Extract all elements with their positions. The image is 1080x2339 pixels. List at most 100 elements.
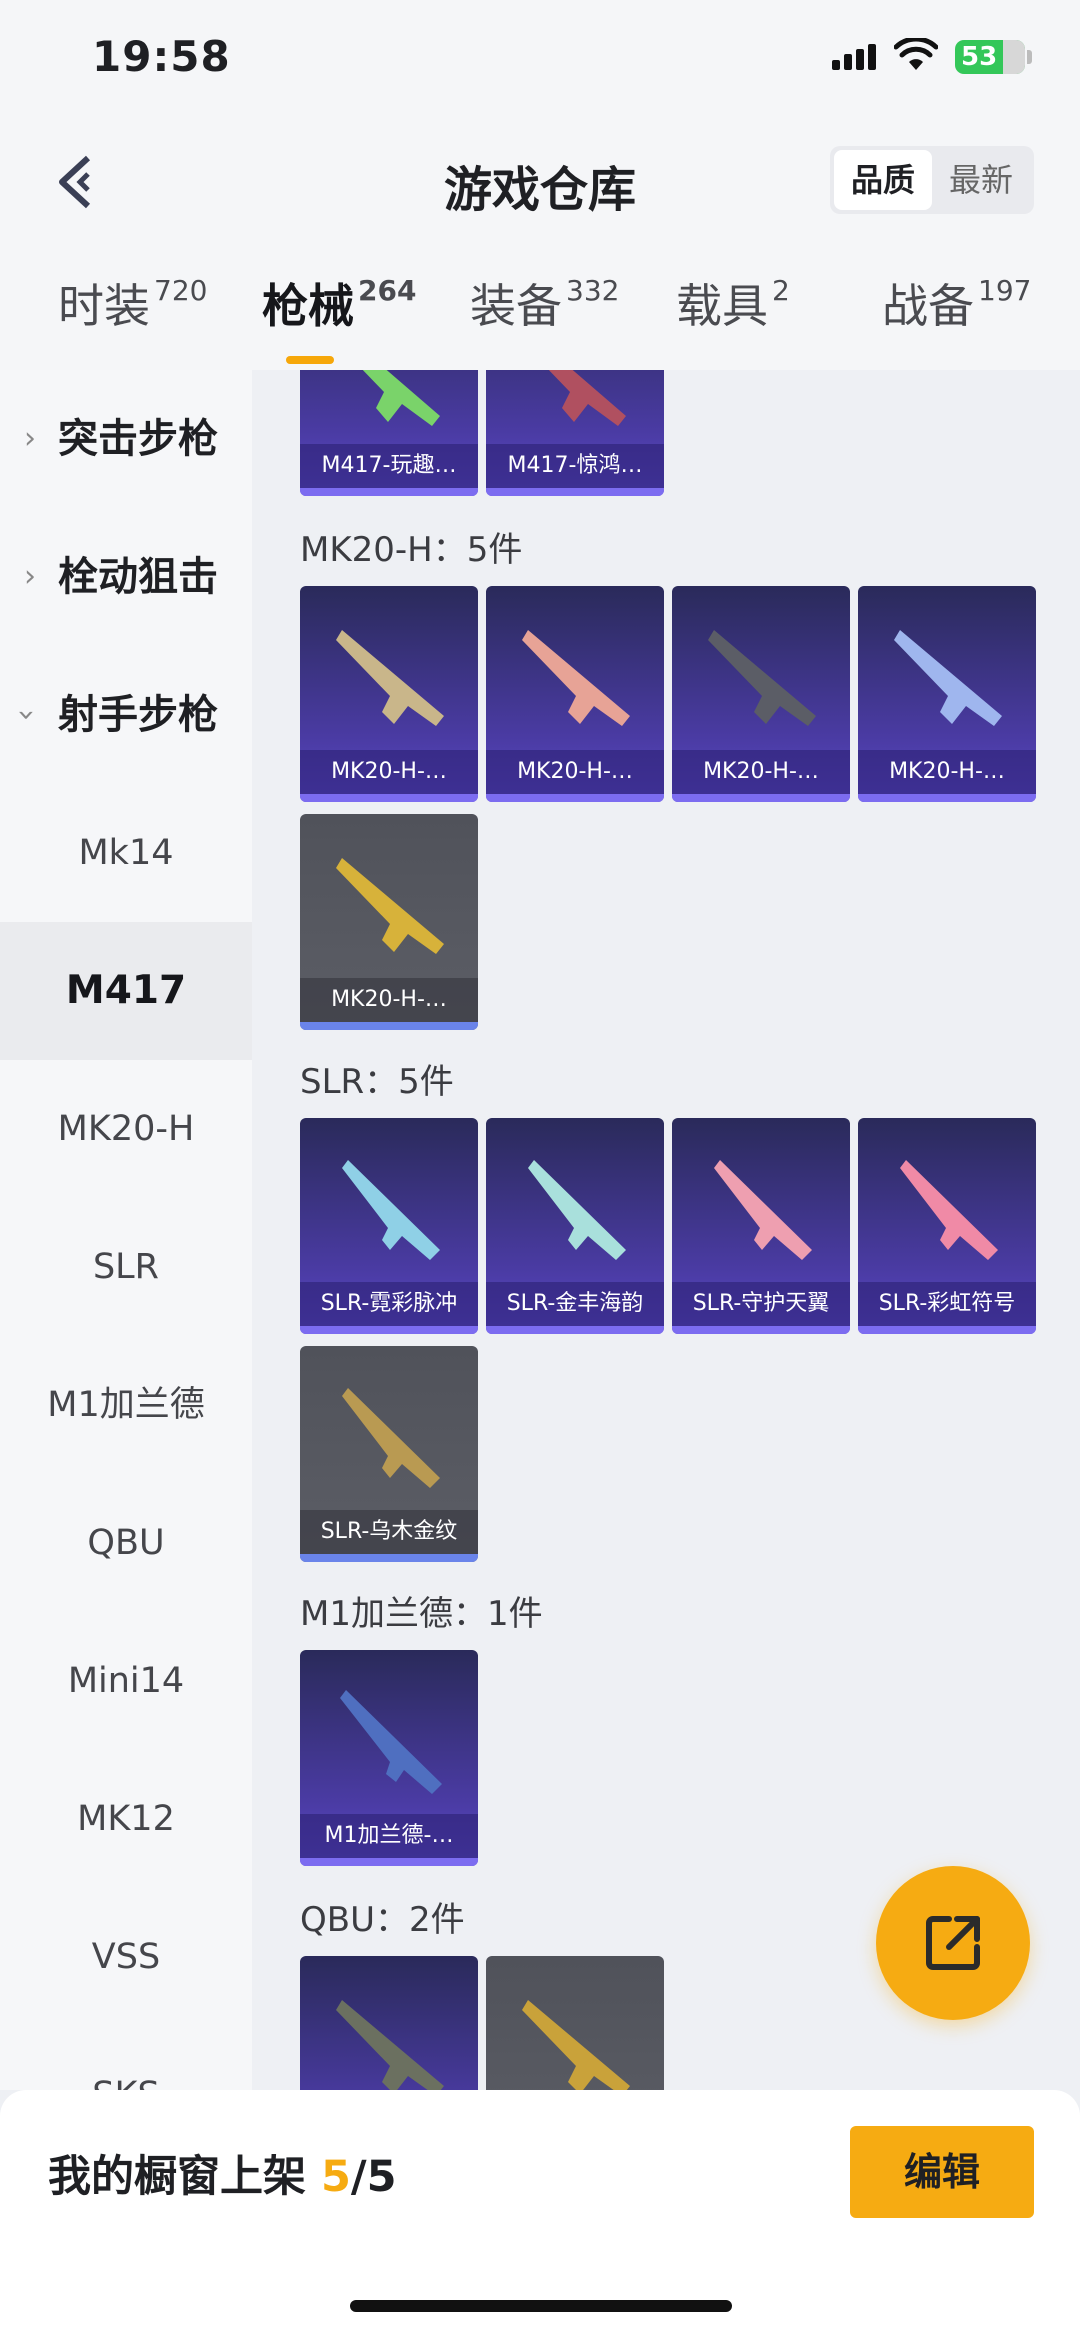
- weapon-skin-image: [714, 1160, 812, 1260]
- weapon-skin-image: [900, 1160, 998, 1260]
- skin-name: SLR-金丰海韵: [486, 1282, 664, 1326]
- category-label: 栓动狙击: [58, 554, 218, 600]
- tab-count: 332: [566, 274, 620, 307]
- weapon-skin-image: [336, 630, 444, 726]
- tab-vehicles[interactable]: 载具 2: [676, 270, 790, 336]
- skin-name: MK20-H-…: [858, 750, 1036, 794]
- weapon-skin-image: [336, 858, 444, 954]
- cellular-signal-icon: [832, 44, 878, 70]
- active-tab-indicator: [286, 356, 334, 364]
- tab-count: 720: [154, 274, 208, 307]
- sidebar-category-assault-rifle[interactable]: › 突击步枪: [0, 370, 252, 508]
- skin-name: SLR-守护天翼: [672, 1282, 850, 1326]
- share-external-icon: [926, 1916, 980, 1970]
- tab-label: 装备: [470, 279, 562, 333]
- tab-outfits[interactable]: 时装 720: [58, 270, 207, 336]
- tab-count: 197: [978, 274, 1032, 307]
- showcase-current-count: 5: [320, 2152, 351, 2202]
- sidebar-item-mk12[interactable]: MK12: [0, 1750, 252, 1888]
- tab-label: 载具: [676, 279, 768, 333]
- section-header-slr: SLR：5件: [300, 1062, 454, 1102]
- tab-label: 战备: [882, 279, 974, 333]
- skin-card[interactable]: M417-玩趣…: [300, 370, 478, 496]
- skin-name: SLR-乌木金纹: [300, 1510, 478, 1554]
- sort-latest-button[interactable]: 最新: [932, 150, 1030, 210]
- chevron-right-icon: ›: [24, 559, 36, 594]
- skin-card[interactable]: [486, 1956, 664, 2090]
- skin-name: MK20-H-…: [300, 978, 478, 1022]
- weapon-skin-image: [340, 1690, 442, 1794]
- tab-supplies[interactable]: 战备 197: [882, 270, 1031, 336]
- skin-card[interactable]: M417-惊鸿…: [486, 370, 664, 496]
- skin-card[interactable]: M1加兰德-…: [300, 1650, 478, 1866]
- nav-header: 游戏仓库 品质 最新: [0, 130, 1080, 230]
- edit-button[interactable]: 编辑: [850, 2126, 1034, 2218]
- skin-card[interactable]: SLR-守护天翼: [672, 1118, 850, 1334]
- skin-name: MK20-H-…: [300, 750, 478, 794]
- skin-card[interactable]: MK20-H-…: [300, 586, 478, 802]
- weapon-skin-image: [522, 630, 630, 726]
- skin-card[interactable]: MK20-H-…: [858, 586, 1036, 802]
- skin-name: SLR-霓彩脉冲: [300, 1282, 478, 1326]
- sidebar-category-bolt-sniper[interactable]: › 栓动狙击: [0, 508, 252, 646]
- chevron-down-icon: ›: [9, 709, 44, 721]
- skin-card[interactable]: [300, 1956, 478, 2090]
- skin-name: M1加兰德-…: [300, 1814, 478, 1858]
- skin-card[interactable]: MK20-H-…: [486, 586, 664, 802]
- tab-equipment[interactable]: 装备 332: [470, 270, 619, 336]
- battery-level: 53: [961, 42, 998, 72]
- sort-quality-button[interactable]: 品质: [834, 150, 932, 210]
- sort-toggle: 品质 最新: [830, 146, 1034, 214]
- section-header-m1-garand: M1加兰德：1件: [300, 1594, 543, 1634]
- weapon-type-sidebar: › 突击步枪 › 栓动狙击 › 射手步枪 Mk14 M417 MK20-H SL…: [0, 370, 252, 2090]
- status-bar: 19:58 53: [0, 0, 1080, 120]
- home-indicator: [350, 2300, 732, 2312]
- showcase-separator: /: [350, 2152, 367, 2202]
- tab-label: 时装: [58, 279, 150, 333]
- sidebar-item-qbu[interactable]: QBU: [0, 1474, 252, 1612]
- chevron-right-icon: ›: [24, 421, 36, 456]
- sidebar-item-mk14[interactable]: Mk14: [0, 784, 252, 922]
- sidebar-item-m417[interactable]: M417: [0, 922, 252, 1060]
- tab-count: 2: [772, 274, 790, 307]
- warehouse-screen: 19:58 53 游戏仓库 品质 最新 时装 720 枪械 264 装备 332…: [0, 0, 1080, 2339]
- skin-name: SLR-彩虹符号: [858, 1282, 1036, 1326]
- skin-name: MK20-H-…: [486, 750, 664, 794]
- skin-name: MK20-H-…: [672, 750, 850, 794]
- tab-label: 枪械: [262, 279, 354, 333]
- sidebar-item-mk20h[interactable]: MK20-H: [0, 1060, 252, 1198]
- skin-name: M417-玩趣…: [300, 444, 478, 488]
- sidebar-item-vss[interactable]: VSS: [0, 1888, 252, 2026]
- sidebar-item-mini14[interactable]: Mini14: [0, 1612, 252, 1750]
- weapon-skin-image: [548, 370, 626, 426]
- sidebar-category-marksman-rifle[interactable]: › 射手步枪: [0, 646, 252, 784]
- showcase-total-count: 5: [366, 2152, 397, 2202]
- weapon-skin-image: [362, 370, 440, 426]
- category-label: 突击步枪: [58, 416, 218, 462]
- skin-card[interactable]: SLR-霓彩脉冲: [300, 1118, 478, 1334]
- tab-guns[interactable]: 枪械 264: [262, 270, 416, 364]
- share-button[interactable]: [876, 1866, 1030, 2020]
- showcase-status: 我的橱窗上架 5/5: [48, 2142, 397, 2204]
- weapon-skin-image: [528, 1160, 626, 1260]
- weapon-skin-image: [336, 2000, 444, 2090]
- top-area: 19:58 53 游戏仓库 品质 最新 时装 720 枪械 264 装备 332…: [0, 0, 1080, 370]
- showcase-label: 我的橱窗上架: [48, 2152, 306, 2202]
- weapon-skin-image: [894, 630, 1002, 726]
- sidebar-item-sks[interactable]: SKS: [0, 2026, 252, 2090]
- skin-card[interactable]: SLR-乌木金纹: [300, 1346, 478, 1562]
- skin-card[interactable]: MK20-H-…: [300, 814, 478, 1030]
- sidebar-item-m1-garand[interactable]: M1加兰德: [0, 1336, 252, 1474]
- section-header-qbu: QBU：2件: [300, 1900, 465, 1940]
- sidebar-item-slr[interactable]: SLR: [0, 1198, 252, 1336]
- skin-card[interactable]: MK20-H-…: [672, 586, 850, 802]
- skin-card[interactable]: SLR-彩虹符号: [858, 1118, 1036, 1334]
- weapon-skin-image: [342, 1388, 440, 1488]
- category-tabs: 时装 720 枪械 264 装备 332 载具 2 战备 197: [0, 260, 1080, 370]
- weapon-skin-image: [708, 630, 816, 726]
- skin-card[interactable]: SLR-金丰海韵: [486, 1118, 664, 1334]
- status-time: 19:58: [92, 32, 231, 81]
- weapon-skin-image: [342, 1160, 440, 1260]
- battery-indicator: 53: [955, 40, 1032, 74]
- wifi-icon: [894, 38, 938, 70]
